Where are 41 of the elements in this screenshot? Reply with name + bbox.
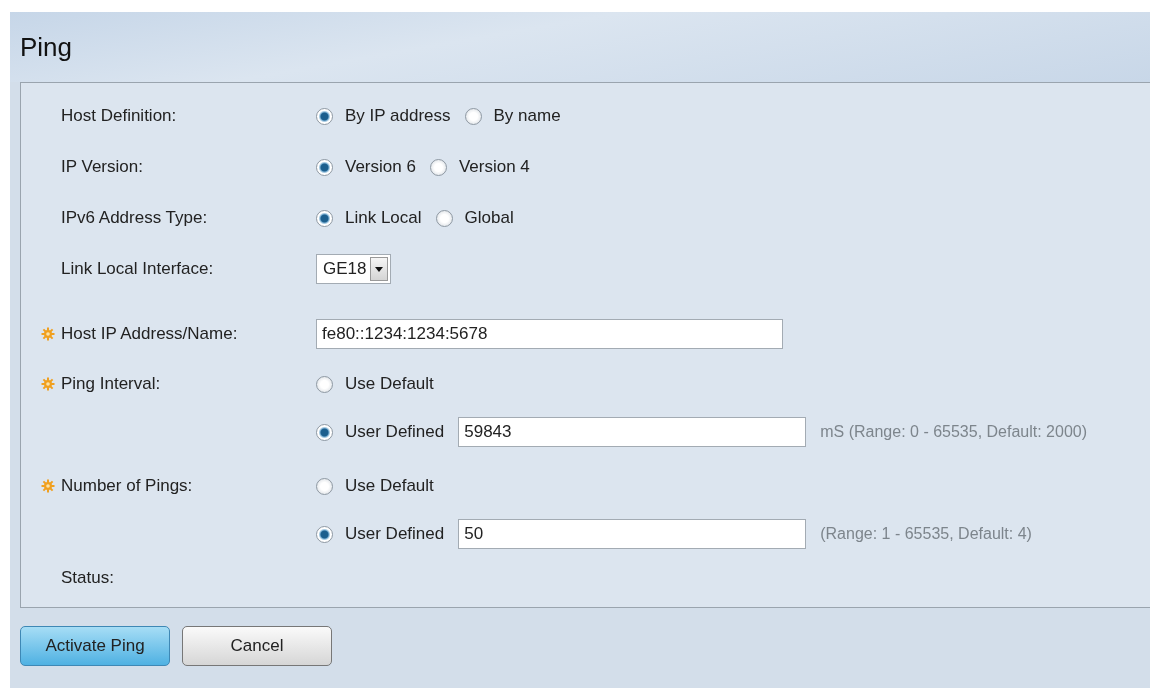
field-label: Link Local Interface: [61,258,215,280]
field-label: Status: [61,567,115,589]
value-field[interactable]: 59843 [458,417,807,447]
field-label: IPv6 Address Type: [61,207,209,229]
caret-icon [370,257,389,281]
cancel-button[interactable]: Cancel [182,626,332,666]
field-label: IP Version: [61,156,144,178]
required-icon [41,327,55,341]
host-address-field[interactable]: fe80::1234:1234:5678 [316,319,783,349]
value-field[interactable]: 50 [458,519,807,549]
field-label: Ping Interval: [61,373,162,395]
radio-button[interactable] [316,107,333,125]
radio-option[interactable]: By name [464,106,561,126]
field-label: Host Definition: [61,105,178,127]
radio-option[interactable]: Use Default [316,374,434,394]
radio-option[interactable]: Version 6 [316,157,416,177]
activate-button[interactable]: Activate Ping [20,626,170,666]
required-icon [41,479,55,493]
field-label: Host IP Address/Name: [61,323,239,345]
range-hint: (Range: 1 - 65535, Default: 4) [820,525,1032,543]
radio-option[interactable]: User Defined [316,524,445,544]
required-icon [41,377,55,391]
field-label: Number of Pings: [61,475,194,497]
radio-button[interactable] [316,423,333,441]
radio-button[interactable] [316,209,333,227]
radio-button[interactable] [316,525,333,543]
radio-button[interactable] [464,107,482,125]
radio-option[interactable]: Global [435,208,514,228]
radio-button[interactable] [435,209,453,227]
radio-option[interactable]: By IP address [316,106,451,126]
radio-option[interactable]: User Defined [316,422,445,442]
radio-option[interactable]: Link Local [316,208,422,228]
radio-button[interactable] [316,158,333,176]
radio-option[interactable]: Version 4 [429,157,530,177]
range-hint: mS (Range: 0 - 65535, Default: 2000) [820,423,1088,441]
page-title: Ping [20,31,73,63]
radio-option[interactable]: Use Default [316,476,434,496]
radio-button[interactable] [429,158,447,176]
radio-button[interactable] [316,375,333,393]
radio-button[interactable] [316,477,333,495]
interface-select[interactable]: GE18 [316,254,392,284]
